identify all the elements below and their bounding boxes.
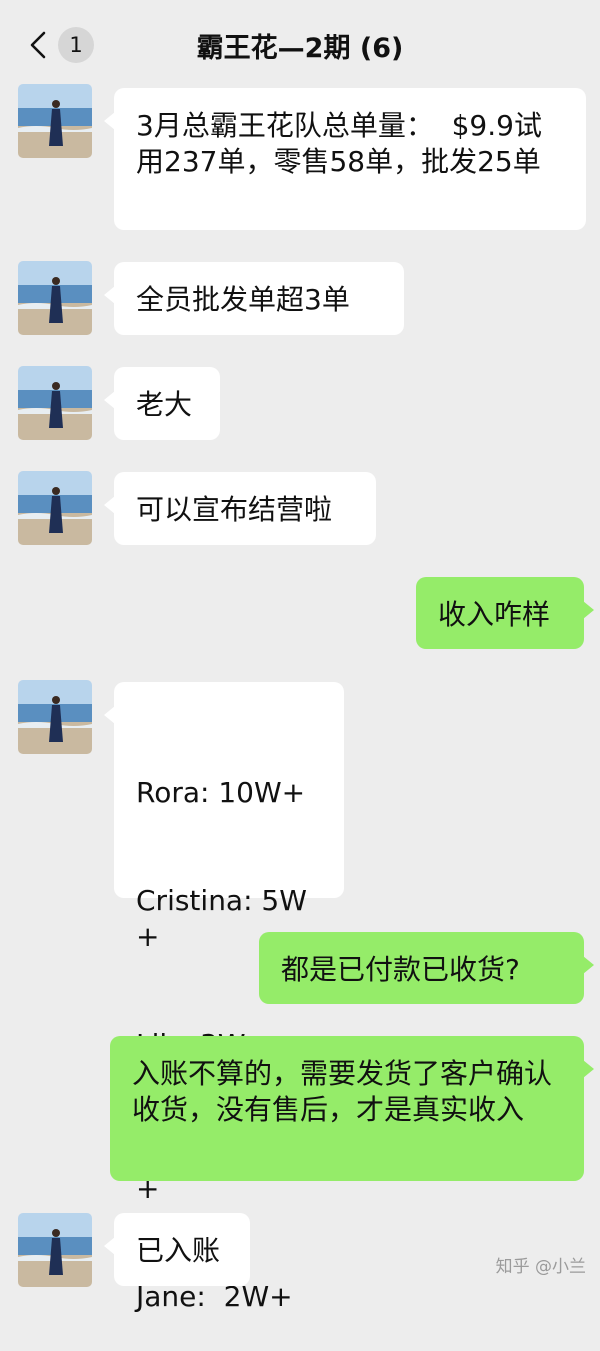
message-bubble[interactable]: Rora: 10W+ Cristina: 5W+ Lily: 3W+ Greec… bbox=[104, 682, 344, 1313]
avatar[interactable] bbox=[18, 261, 92, 335]
avatar[interactable] bbox=[18, 471, 92, 545]
avatar[interactable] bbox=[18, 84, 92, 158]
avatar-beach-photo bbox=[18, 84, 92, 158]
watermark: 知乎 @小兰 bbox=[495, 1257, 586, 1277]
message-bubble[interactable]: 已入账 bbox=[104, 1213, 250, 1286]
message-bubble-outgoing[interactable]: 收入咋样 bbox=[416, 577, 594, 649]
message-line: Rora: 10W+ bbox=[136, 776, 306, 809]
avatar-beach-photo bbox=[18, 680, 92, 754]
avatar[interactable] bbox=[18, 680, 92, 754]
avatar[interactable] bbox=[18, 1213, 92, 1287]
message-bubble[interactable]: 可以宣布结营啦 bbox=[104, 472, 376, 545]
avatar-beach-photo bbox=[18, 261, 92, 335]
message-bubble-outgoing[interactable]: 入账不算的，需要发货了客户确认收货，没有售后，才是真实收入 bbox=[110, 1036, 594, 1181]
chat-header: 1 霸王花—2期 (6) bbox=[0, 0, 600, 88]
avatar-beach-photo bbox=[18, 1213, 92, 1287]
message-bubble[interactable]: 全员批发单超3单 bbox=[104, 262, 404, 335]
message-bubble[interactable]: 3月总霸王花队总单量： $9.9试用237单，零售58单，批发25单 bbox=[104, 88, 586, 230]
message-bubble[interactable]: 老大 bbox=[104, 367, 220, 440]
chat-title[interactable]: 霸王花—2期 (6) bbox=[0, 26, 600, 65]
avatar-beach-photo bbox=[18, 366, 92, 440]
avatar-beach-photo bbox=[18, 471, 92, 545]
message-bubble-outgoing[interactable]: 都是已付款已收货? bbox=[259, 932, 594, 1004]
avatar[interactable] bbox=[18, 366, 92, 440]
